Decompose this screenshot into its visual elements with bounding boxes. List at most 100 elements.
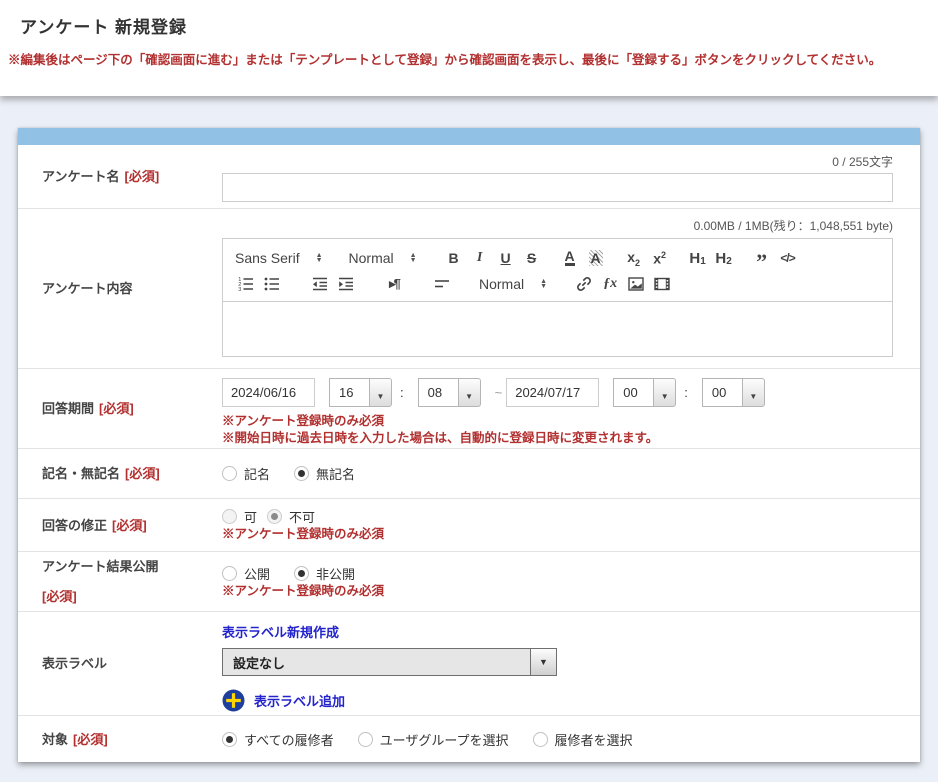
blockquote-button[interactable]: ” [750, 246, 774, 270]
code-block-button[interactable]: </> [776, 246, 800, 270]
radio-icon[interactable] [533, 732, 548, 747]
end-minute-input[interactable] [702, 378, 742, 407]
display-label-select-value: 設定なし [223, 653, 530, 672]
radio-icon[interactable] [222, 566, 237, 581]
formula-button[interactable]: ƒx [598, 272, 622, 296]
plus-icon [222, 689, 245, 712]
required-badge: [必須] [42, 587, 77, 606]
header1-button[interactable]: H1 [686, 246, 710, 270]
radio-option-private[interactable]: 非公開 [294, 564, 355, 583]
background-color-button[interactable]: A [584, 246, 608, 270]
survey-name-input[interactable] [222, 173, 893, 202]
video-button[interactable] [650, 272, 674, 296]
bold-button[interactable]: B [442, 246, 466, 270]
font-picker[interactable]: Sans Serif [235, 250, 323, 266]
radio-icon[interactable] [222, 466, 237, 481]
size-counter: 0.00MB / 1MB(残り：1,048,551 byte) [222, 209, 893, 234]
start-hour-dropdown-button[interactable] [369, 378, 392, 407]
start-hour-combo [329, 378, 392, 407]
start-minute-combo [418, 378, 481, 407]
end-hour-dropdown-button[interactable] [653, 378, 676, 407]
radio-option-not-editable[interactable]: 不可 [267, 507, 315, 526]
field-label-text: 回答期間 [42, 399, 94, 418]
radio-checked-icon[interactable] [267, 509, 282, 524]
superscript-button[interactable]: x2 [648, 246, 672, 270]
period-tilde: ~ [495, 385, 503, 400]
radio-option-public[interactable]: 公開 [222, 564, 270, 583]
answer-edit-label: 回答の修正 [必須] [18, 499, 222, 551]
header-picker[interactable]: Normal [349, 250, 417, 266]
radio-checked-icon[interactable] [294, 466, 309, 481]
field-label-text: アンケート結果公開 [42, 557, 212, 576]
survey-name-label: アンケート名 [必須] [18, 145, 222, 208]
superscript-icon: x2 [653, 250, 666, 267]
header2-icon: H2 [715, 250, 731, 267]
ordered-list-button[interactable]: 123 [234, 272, 258, 296]
radio-checked-icon[interactable] [222, 732, 237, 747]
form-row-survey-name: アンケート名 [必須] 0 / 255文字 [18, 145, 920, 209]
text-color-button[interactable]: A [558, 246, 582, 270]
strikethrough-icon: S [527, 250, 536, 266]
picker-arrows-icon [540, 279, 547, 289]
field-label-text: 対象 [42, 730, 68, 749]
end-minute-combo [702, 378, 765, 407]
start-minute-dropdown-button[interactable] [458, 378, 481, 407]
create-display-label-link[interactable]: 表示ラベル新規作成 [222, 622, 339, 641]
editor-toolbar-row-1: Sans Serif Normal B I U S [233, 245, 882, 271]
form-header-bar [18, 128, 920, 145]
outdent-button[interactable] [308, 272, 332, 296]
survey-form: アンケート名 [必須] 0 / 255文字 アンケート内容 0.00MB / 1… [18, 128, 920, 762]
start-date-input[interactable] [222, 378, 315, 407]
end-date-input[interactable] [506, 378, 599, 407]
radio-option-select-students[interactable]: 履修者を選択 [533, 730, 633, 749]
strikethrough-button[interactable]: S [520, 246, 544, 270]
radio-option-editable[interactable]: 可 [222, 507, 257, 526]
radio-checked-icon[interactable] [294, 566, 309, 581]
underline-button[interactable]: U [494, 246, 518, 270]
display-label-select[interactable]: 設定なし [222, 648, 557, 676]
align-button[interactable] [430, 272, 454, 296]
field-label-text: 回答の修正 [42, 516, 107, 535]
header2-button[interactable]: H2 [712, 246, 736, 270]
add-display-label-link[interactable]: 表示ラベル追加 [222, 689, 893, 712]
period-note-2: ※開始日時に過去日時を入力した場合は、自動的に登録日時に変更されます。 [222, 430, 893, 447]
display-label-label: 表示ラベル [18, 612, 222, 715]
outdent-icon [311, 275, 329, 293]
radio-label: すべての履修者 [244, 730, 334, 749]
italic-button[interactable]: I [468, 246, 492, 270]
required-badge: [必須] [125, 464, 160, 483]
text-color-icon: A [565, 250, 575, 266]
bullet-list-button[interactable] [260, 272, 284, 296]
image-button[interactable] [624, 272, 648, 296]
radio-label: 非公開 [316, 564, 355, 583]
underline-icon: U [501, 250, 511, 266]
align-icon [433, 275, 451, 293]
result-publish-label: アンケート結果公開 [必須] [18, 552, 222, 611]
link-button[interactable] [572, 272, 596, 296]
radio-option-all-students[interactable]: すべての履修者 [222, 730, 334, 749]
radio-icon[interactable] [222, 509, 237, 524]
radio-option-named[interactable]: 記名 [222, 464, 270, 483]
subscript-icon: x2 [627, 249, 640, 268]
editor-content[interactable] [222, 302, 893, 357]
radio-icon[interactable] [358, 732, 373, 747]
end-minute-dropdown-button[interactable] [742, 378, 765, 407]
text-direction-button[interactable]: ▸¶ [382, 272, 406, 296]
end-hour-input[interactable] [613, 378, 653, 407]
radio-label: 公開 [244, 564, 270, 583]
radio-option-user-group[interactable]: ユーザグループを選択 [358, 730, 509, 749]
header1-icon: H1 [689, 250, 705, 267]
answer-period-label: 回答期間 [必須] [18, 369, 222, 448]
field-label-text: アンケート名 [42, 167, 119, 186]
survey-content-label: アンケート内容 [18, 209, 222, 368]
start-minute-input[interactable] [418, 378, 458, 407]
indent-button[interactable] [334, 272, 358, 296]
select-dropdown-button[interactable] [530, 649, 556, 675]
ordered-list-icon: 123 [237, 275, 255, 293]
field-label-text: アンケート内容 [42, 279, 132, 298]
subscript-button[interactable]: x2 [622, 246, 646, 270]
start-hour-input[interactable] [329, 378, 369, 407]
image-icon [627, 275, 645, 293]
radio-option-anonymous[interactable]: 無記名 [294, 464, 355, 483]
size-picker[interactable]: Normal [479, 276, 547, 292]
